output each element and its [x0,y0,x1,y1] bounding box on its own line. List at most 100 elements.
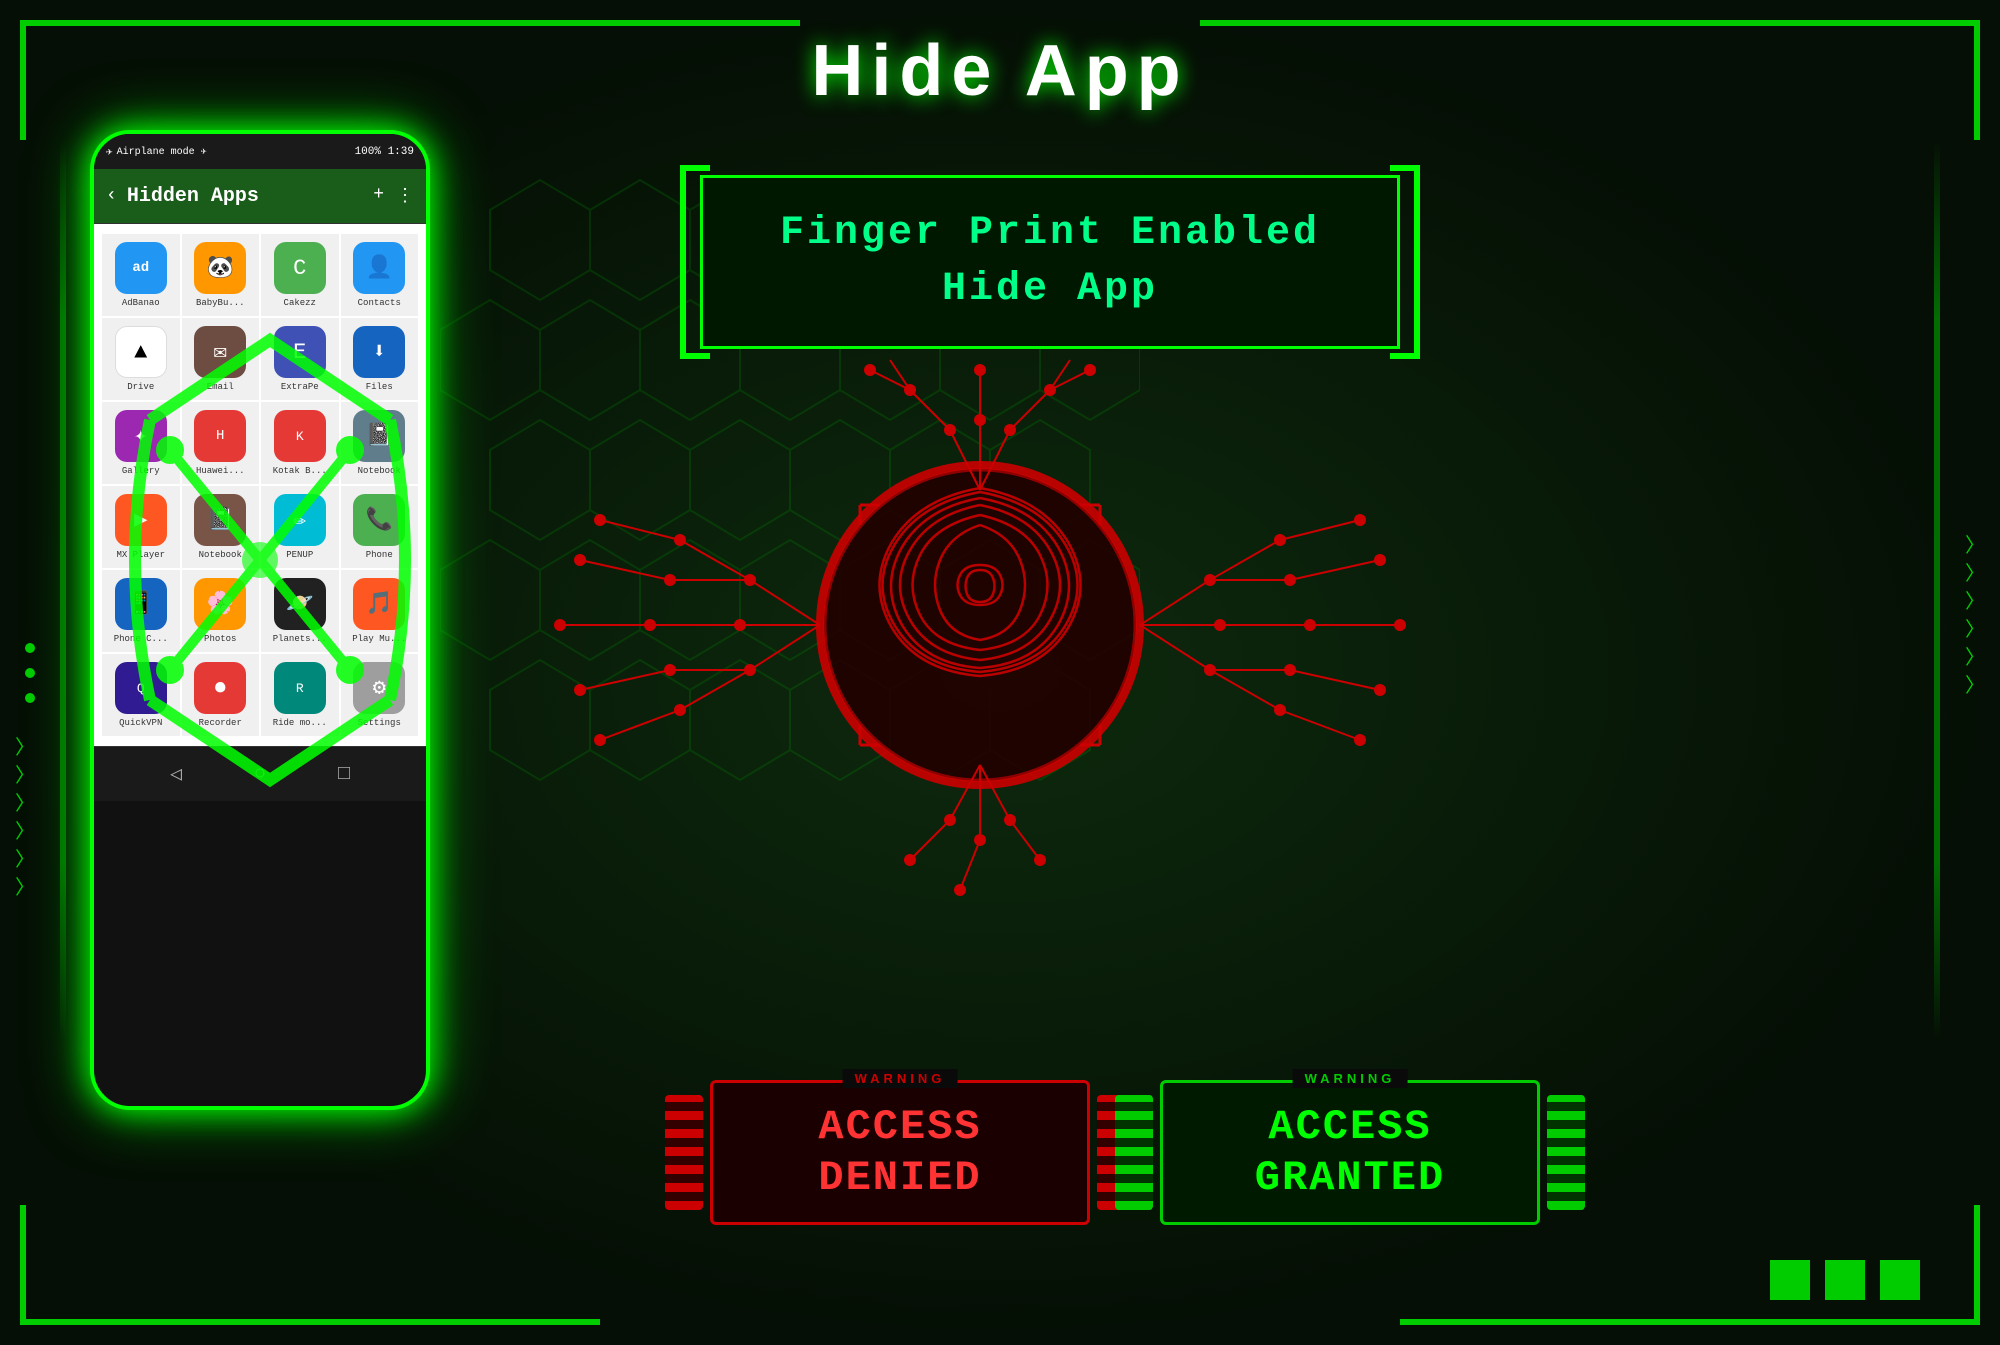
tech-line-left [60,140,66,1040]
phone-nav-bar: ◁ ○ □ [94,746,426,801]
app-icon-notebook2: 📓 [194,494,246,546]
app-icon-files: ⬇ [353,326,405,378]
chevron-right-icon: 〉 [1965,538,1985,558]
app-label: Drive [127,382,154,392]
side-dot [25,643,35,653]
side-dots [25,643,35,703]
app-icon-settings: ⚙ [353,662,405,714]
fp-title-line1: Finger Print Enabled [753,206,1347,262]
granted-stripe-left [1115,1095,1153,1210]
app-label: Files [366,382,393,392]
chevron-down-icon: 〉 [15,852,35,872]
app-item[interactable]: ✦ Gallery [102,402,180,484]
app-icon-qvpn: Q [115,662,167,714]
app-label: Settings [358,718,401,728]
app-item[interactable]: ad AdBanao [102,234,180,316]
status-right-text: 100% 1:39 [355,146,414,158]
app-icon-playmu: 🎵 [353,578,405,630]
app-label: Gallery [122,466,160,476]
fingerprint-title-text: Finger Print Enabled Hide App [753,206,1347,318]
chevron-right-icon: 〉 [1965,678,1985,698]
app-item[interactable]: 📓 Notebook [341,402,419,484]
app-item[interactable]: C Cakezz [261,234,339,316]
denied-text: ACCESS DENIED [818,1102,981,1203]
app-item[interactable]: 🪐 Planets... [261,570,339,652]
fingerprint-title-box: Finger Print Enabled Hide App [700,175,1400,349]
app-icon-gallery: ✦ [115,410,167,462]
app-icon-adbanao: ad [115,242,167,294]
page-title: Hide App [811,30,1188,112]
phone-header-title: Hidden Apps [127,185,363,208]
app-item[interactable]: ⬇ Files [341,318,419,400]
app-icon-recorder: ⏺ [194,662,246,714]
app-item[interactable]: ⚙ Settings [341,654,419,736]
side-dot [25,693,35,703]
app-icon-planets: 🪐 [274,578,326,630]
app-icon-phone: 📞 [353,494,405,546]
corner-decoration-tr [1800,20,1980,140]
app-item[interactable]: ▲ Drive [102,318,180,400]
bottom-square-1 [1770,1260,1810,1300]
app-item[interactable]: 🌸 Photos [182,570,260,652]
phone-frame: ✈ Airplane mode ✈ 100% 1:39 ‹ Hidden App… [90,130,430,1110]
app-icon-notebook: 📓 [353,410,405,462]
app-item[interactable]: 📞 Phone [341,486,419,568]
app-item[interactable]: Q QuickVPN [102,654,180,736]
denied-line2: DENIED [818,1153,981,1203]
granted-text: ACCESS GRANTED [1255,1102,1445,1203]
app-item[interactable]: K Kotak B... [261,402,339,484]
app-item[interactable]: ▶ MX Player [102,486,180,568]
app-icon-extrap: E [274,326,326,378]
tech-line-right [1934,140,1940,1040]
app-icon-contacts: 👤 [353,242,405,294]
side-arrows-right: 〉 〉 〉 〉 〉 〉 [1965,538,1985,698]
phone-add-icon[interactable]: + [373,185,384,207]
chevron-right-icon: 〉 [1965,650,1985,670]
chevron-down-icon: 〉 [15,740,35,760]
app-label: Phone C... [114,634,168,644]
app-item[interactable]: ⏺ Recorder [182,654,260,736]
fingerprint-title-container: Finger Print Enabled Hide App [700,175,1400,349]
denied-box: WARNING ACCESS DENIED [710,1080,1090,1225]
phone-header-icons: + ⋮ [373,185,414,207]
app-item[interactable]: ✉ Email [182,318,260,400]
bottom-bar-left [200,1319,600,1325]
chevron-right-icon: 〉 [1965,566,1985,586]
app-item[interactable]: 🐼 BabyBu... [182,234,260,316]
airplane-mode-icon: ✈ [106,145,113,159]
app-item[interactable]: 📓 Notebook [182,486,260,568]
app-item[interactable]: 📱 Phone C... [102,570,180,652]
app-item[interactable]: H Huawei... [182,402,260,484]
status-right: 100% 1:39 [355,146,414,158]
top-bar-left [200,20,800,26]
app-label: PENUP [286,550,313,560]
phone-back-button[interactable]: ‹ [106,186,117,206]
app-label: Email [207,382,234,392]
app-icon-baby: 🐼 [194,242,246,294]
phone-more-icon[interactable]: ⋮ [396,185,414,207]
bottom-square-3 [1880,1260,1920,1300]
bottom-bar-right [1400,1319,1800,1325]
denied-line1: ACCESS [818,1102,981,1152]
app-item[interactable]: 🎵 Play Mu... [341,570,419,652]
nav-recent-icon[interactable]: □ [338,763,350,786]
nav-home-icon[interactable]: ○ [254,763,266,786]
app-item[interactable]: ✏ PENUP [261,486,339,568]
app-label: QuickVPN [119,718,162,728]
chevron-right-icon: 〉 [1965,622,1985,642]
app-label: Planets... [273,634,327,644]
app-item[interactable]: E ExtraPe [261,318,339,400]
side-dot [25,668,35,678]
app-label: BabyBu... [196,298,245,308]
app-item[interactable]: 👤 Contacts [341,234,419,316]
app-item[interactable]: R Ride mo... [261,654,339,736]
app-label: AdBanao [122,298,160,308]
phone-status-bar: ✈ Airplane mode ✈ 100% 1:39 [94,134,426,169]
app-label: Play Mu... [352,634,406,644]
app-icon-email: ✉ [194,326,246,378]
app-label: Notebook [199,550,242,560]
phone-app-grid: ad AdBanao 🐼 BabyBu... C Cakezz 👤 Contac… [94,224,426,746]
app-label: ExtraPe [281,382,319,392]
nav-back-icon[interactable]: ◁ [170,761,182,787]
app-icon-mx: ▶ [115,494,167,546]
